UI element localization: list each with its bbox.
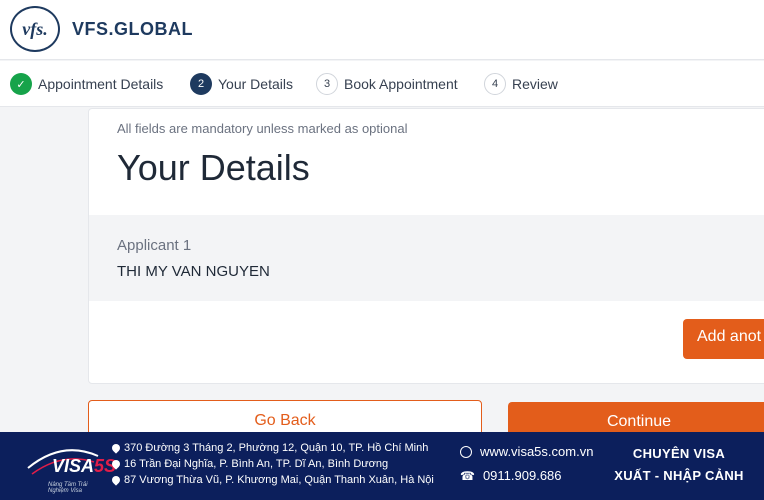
phone-icon: ☎ <box>460 468 475 483</box>
progress-stepper: ✓ Appointment Details 2 Your Details 3 B… <box>0 61 764 107</box>
add-applicant-button[interactable]: Add anot <box>683 319 764 359</box>
address-line: 87 Vương Thừa Vũ, P. Khương Mai, Quận Th… <box>110 474 434 486</box>
location-pin-icon <box>110 442 122 454</box>
step-number: 3 <box>316 73 338 95</box>
location-pin-icon <box>110 474 122 486</box>
phone-contact: ☎ 0911.909.686 <box>460 468 562 483</box>
address-line: 370 Đường 3 Tháng 2, Phường 12, Quận 10,… <box>110 442 428 454</box>
applicant-label: Applicant 1 <box>117 237 192 254</box>
address-line: 16 Trần Đại Nghĩa, P. Bình An, TP. Dĩ An… <box>110 458 388 470</box>
vfs-logo-icon[interactable]: vfs. <box>10 6 60 52</box>
service-slogan-line-2: XUẤT - NHẬP CẢNH <box>614 468 744 483</box>
globe-icon <box>460 445 472 458</box>
step-label: Your Details <box>218 76 293 92</box>
promo-footer-banner: VISA5S Nâng Tầm Trải Nghiệm Visa 370 Đườ… <box>0 432 764 500</box>
logo-mark-text: vfs. <box>22 18 48 39</box>
check-icon: ✓ <box>10 73 32 95</box>
brand-visa-text: VISA5S <box>52 456 117 476</box>
step-appointment-details[interactable]: ✓ Appointment Details <box>10 73 163 95</box>
step-label: Appointment Details <box>38 76 164 92</box>
step-number: 2 <box>190 73 212 95</box>
brand-slogan: Nâng Tầm Trải Nghiệm Visa <box>48 482 88 494</box>
applicant-row[interactable]: Applicant 1 THI MY VAN NGUYEN <box>89 215 764 301</box>
page-title: Your Details <box>117 147 310 188</box>
site-header: vfs. VFS.GLOBAL <box>0 0 764 60</box>
step-number: 4 <box>484 73 506 95</box>
website-contact: www.visa5s.com.vn <box>460 444 593 459</box>
step-label: Review <box>512 76 558 92</box>
step-label: Book Appointment <box>344 76 458 92</box>
step-book-appointment[interactable]: 3 Book Appointment <box>316 73 458 95</box>
applicant-name: THI MY VAN NGUYEN <box>117 263 270 280</box>
details-card: All fields are mandatory unless marked a… <box>88 108 764 384</box>
service-slogan-line-1: CHUYÊN VISA <box>632 446 726 461</box>
brand-name[interactable]: VFS.GLOBAL <box>72 19 193 40</box>
visa5s-logo: VISA5S Nâng Tầm Trải Nghiệm Visa <box>22 438 116 494</box>
mandatory-hint: All fields are mandatory unless marked a… <box>117 121 408 136</box>
step-your-details[interactable]: 2 Your Details <box>190 73 293 95</box>
location-pin-icon <box>110 458 122 470</box>
step-review[interactable]: 4 Review <box>484 73 558 95</box>
